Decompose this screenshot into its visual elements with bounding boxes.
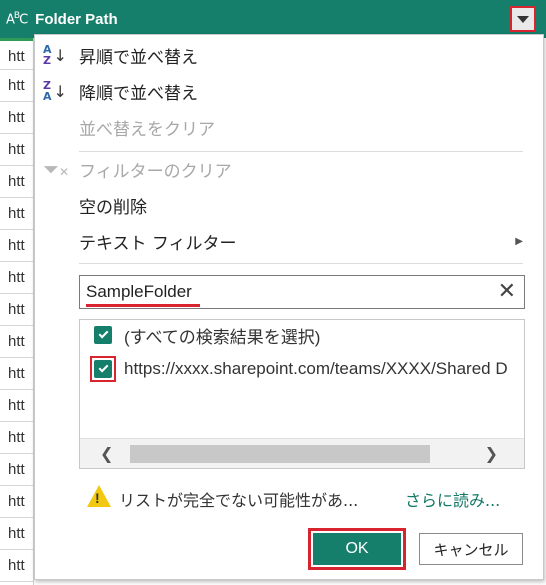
table-cell[interactable]: htt xyxy=(0,102,33,134)
table-cell[interactable]: htt xyxy=(0,70,33,102)
clear-sort-label: 並べ替えをクリア xyxy=(79,119,215,140)
clear-sort-item[interactable]: 並べ替えをクリア xyxy=(35,109,543,145)
table-cell[interactable]: htt xyxy=(0,422,33,454)
menu-divider xyxy=(79,263,523,264)
filter-menu: A Z ↓ 昇順で並べ替え Z A ↓ 降順で並べ替え 並べ替えをクリア ⏷✕ フィルタ… xyxy=(34,34,544,580)
list-item[interactable]: https://xxxx.sharepoint.com/teams/XXXX/S… xyxy=(80,354,524,384)
clear-filter-label: フィルターのクリア xyxy=(79,161,232,182)
table-cell[interactable]: htt xyxy=(0,486,33,518)
item-label: https://xxxx.sharepoint.com/teams/XXXX/S… xyxy=(124,359,508,378)
table-cell[interactable]: htt xyxy=(0,294,33,326)
scroll-left-icon[interactable]: ❮ xyxy=(100,444,113,463)
results-list: (すべての検索結果を選択) https://xxxx.sharepoint.co… xyxy=(79,319,525,469)
text-type-icon[interactable]: ABC xyxy=(6,11,28,27)
sort-ascending-label: 昇順で並べ替え xyxy=(79,47,198,68)
table-cell[interactable]: htt xyxy=(0,230,33,262)
chevron-right-icon: ▶ xyxy=(515,235,523,247)
select-all-label: (すべての検索結果を選択) xyxy=(124,327,321,347)
table-cell[interactable]: htt xyxy=(0,390,33,422)
clear-search-icon[interactable]: ✕ xyxy=(498,279,516,304)
clear-filter-item[interactable]: ⏷✕ フィルターのクリア xyxy=(35,151,543,187)
sort-descending-icon: Z A ↓ xyxy=(43,79,67,103)
text-filter-item[interactable]: テキスト フィルター ▶ xyxy=(35,223,543,259)
search-box: ✕ xyxy=(79,275,525,309)
table-cell[interactable]: htt xyxy=(0,38,33,70)
table-cell[interactable]: htt xyxy=(0,454,33,486)
table-cell[interactable]: htt xyxy=(0,518,33,550)
incomplete-list-warning: ! リストが完全でない可能性があ... さらに読み... xyxy=(79,481,525,517)
list-item-select-all[interactable]: (すべての検索結果を選択) xyxy=(80,320,524,350)
search-highlight xyxy=(86,304,200,307)
chevron-down-icon xyxy=(517,15,529,23)
select-all-checkbox[interactable] xyxy=(94,326,112,344)
column-header[interactable]: ABC Folder Path xyxy=(0,0,546,38)
horizontal-scrollbar[interactable]: ❮ ❯ xyxy=(80,438,524,468)
search-input[interactable] xyxy=(86,280,486,304)
sort-descending-item[interactable]: Z A ↓ 降順で並べ替え xyxy=(35,73,543,109)
column-title: Folder Path xyxy=(35,10,118,28)
cancel-button[interactable]: キャンセル xyxy=(419,533,523,565)
table-cell[interactable]: htt xyxy=(0,262,33,294)
sort-ascending-icon: A Z ↓ xyxy=(43,43,67,67)
table-cell[interactable]: htt xyxy=(0,326,33,358)
table-cell[interactable]: htt xyxy=(0,550,33,582)
table-cell[interactable]: htt xyxy=(0,134,33,166)
sort-descending-label: 降順で並べ替え xyxy=(79,83,198,104)
ok-button[interactable]: OK xyxy=(313,533,401,565)
remove-empty-label: 空の削除 xyxy=(79,197,147,218)
column-cells: htt htt htt htt htt htt htt htt htt htt htt htt htt h… xyxy=(0,38,34,585)
text-filter-label: テキスト フィルター xyxy=(79,233,237,254)
column-filter-dropdown-button[interactable] xyxy=(510,6,536,32)
item-checkbox[interactable] xyxy=(94,360,112,378)
table-cell[interactable]: htt xyxy=(0,358,33,390)
warning-text: リストが完全でない可能性があ... xyxy=(119,491,359,510)
remove-empty-item[interactable]: 空の削除 xyxy=(35,187,543,223)
scrollbar-thumb[interactable] xyxy=(130,445,430,463)
scroll-right-icon[interactable]: ❯ xyxy=(485,444,498,463)
table-cell[interactable]: htt xyxy=(0,166,33,198)
clear-filter-icon: ⏷✕ xyxy=(43,157,70,181)
sort-ascending-item[interactable]: A Z ↓ 昇順で並べ替え xyxy=(35,37,543,73)
table-cell[interactable]: htt xyxy=(0,198,33,230)
warning-icon-mark: ! xyxy=(95,490,100,506)
load-more-link[interactable]: さらに読み... xyxy=(405,487,500,511)
